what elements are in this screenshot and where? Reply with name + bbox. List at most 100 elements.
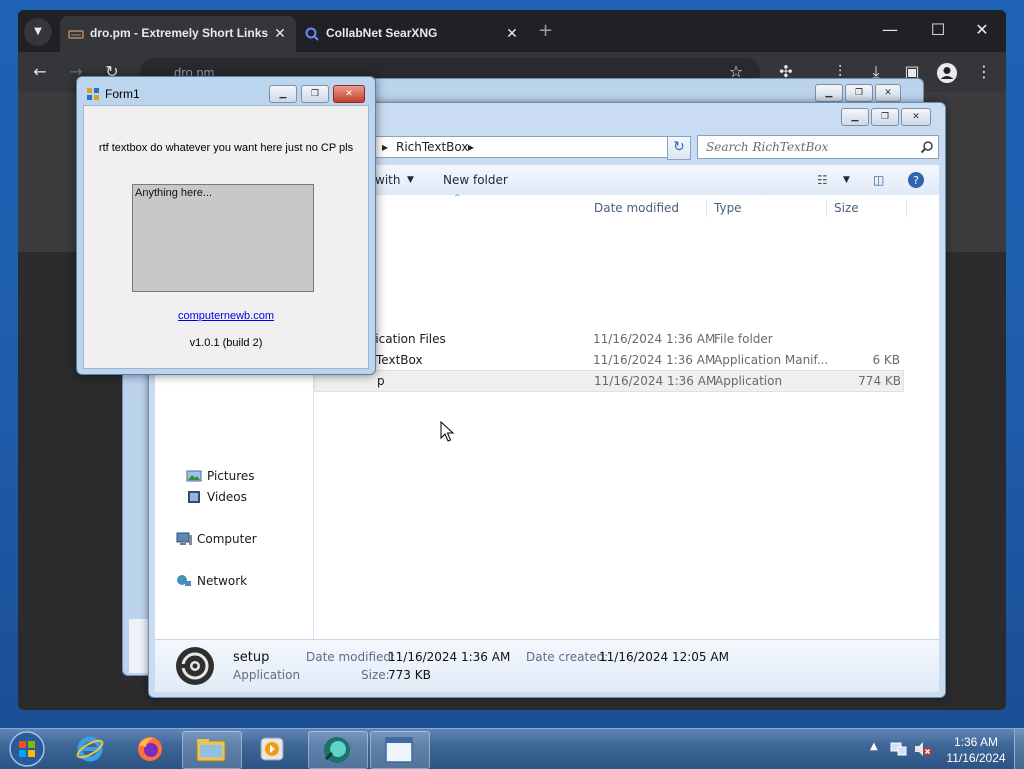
window-title: Form1 — [105, 87, 140, 101]
tab-search-dropdown[interactable]: ▼ — [24, 18, 52, 46]
taskbar-setup-app-button[interactable] — [308, 731, 368, 769]
details-date-created: 11/16/2024 12:05 AM — [599, 650, 729, 664]
new-folder-button[interactable]: New folder — [443, 173, 508, 187]
rich-text-box[interactable]: Anything here... — [132, 184, 314, 292]
version-label: v1.0.1 (build 2) — [189, 337, 263, 349]
computer-icon — [176, 532, 192, 545]
details-date-modified: 11/16/2024 1:36 AM — [388, 650, 511, 664]
file-date: 11/16/2024 1:36 AM — [593, 332, 716, 346]
form1-client-area: rtf textbox do whatever you want here ju… — [83, 105, 369, 369]
dro-pm-favicon-icon — [68, 30, 84, 39]
minimize-icon[interactable]: — — [870, 20, 910, 39]
clock-date: 11/16/2024 — [946, 751, 1006, 765]
restore-icon[interactable]: ❐ — [845, 84, 873, 102]
minimize-icon[interactable]: ▁ — [815, 84, 843, 102]
file-list: ^ Date modified Type Size lication Files… — [314, 193, 939, 639]
show-hidden-icons-icon[interactable]: ▲ — [870, 741, 878, 752]
preview-pane-icon[interactable]: ◫ — [873, 173, 884, 187]
firefox-icon — [138, 737, 162, 761]
close-icon[interactable]: ✕ — [901, 108, 931, 126]
nav-item-computer[interactable]: Computer — [197, 532, 257, 546]
view-options-icon[interactable]: ☷ — [817, 173, 828, 187]
close-icon[interactable]: ✕ — [333, 85, 365, 103]
magnifier-icon — [305, 27, 319, 41]
details-size-label: Size: — [361, 668, 390, 682]
column-header-date[interactable]: Date modified — [594, 201, 679, 215]
setup-app-icon — [324, 737, 350, 763]
clock-time: 1:36 AM — [953, 735, 999, 749]
table-row[interactable]: p 11/16/2024 1:36 AM Application 774 KB — [314, 370, 904, 392]
column-header-type[interactable]: Type — [714, 201, 742, 215]
taskbar-explorer-button[interactable] — [182, 731, 242, 769]
tab-searxng[interactable]: CollabNet SearXNG ✕ — [296, 16, 526, 52]
tab-strip: ▼ dro.pm - Extremely Short Links ✕ Colla… — [18, 10, 1006, 52]
volume-muted-icon[interactable] — [914, 741, 932, 757]
details-date-created-label: Date created: — [526, 650, 609, 664]
restore-icon[interactable]: ❐ — [301, 85, 329, 103]
menu-kebab-icon[interactable]: ⋮ — [974, 62, 994, 82]
maximize-icon[interactable]: ☐ — [918, 20, 958, 39]
refresh-icon[interactable]: ↻ — [667, 136, 691, 160]
chevron-right-icon: ▸ — [382, 140, 389, 154]
svg-text:?: ? — [913, 174, 919, 187]
column-separator[interactable] — [706, 199, 707, 217]
network-icon — [177, 575, 191, 586]
search-placeholder: Search RichTextBox — [706, 140, 829, 154]
table-row[interactable]: TextBox 11/16/2024 1:36 AM Application M… — [314, 350, 902, 370]
column-separator[interactable] — [906, 199, 907, 217]
open-with-button[interactable]: with — [375, 173, 400, 187]
chevron-down-icon[interactable]: ▼ — [843, 175, 850, 185]
column-separator[interactable] — [826, 199, 827, 217]
nav-item-network[interactable]: Network — [197, 574, 247, 588]
taskbar-form1-button[interactable] — [370, 731, 430, 769]
nav-item-pictures[interactable]: Pictures — [207, 469, 255, 483]
taskbar-firefox-button[interactable] — [122, 731, 180, 767]
tab-title: dro.pm - Extremely Short Links — [90, 26, 269, 40]
instruction-label: rtf textbox do whatever you want here ju… — [98, 142, 354, 154]
system-clock[interactable]: 1:36 AM 11/16/2024 — [940, 734, 1012, 766]
media-player-icon — [260, 737, 284, 761]
chevron-down-icon[interactable]: ▼ — [407, 175, 414, 185]
tab-title: CollabNet SearXNG — [326, 26, 438, 40]
close-icon[interactable]: ✕ — [962, 20, 1002, 39]
website-link[interactable]: computernewb.com — [84, 310, 368, 322]
tab-dro-pm[interactable]: dro.pm - Extremely Short Links ✕ — [60, 16, 296, 52]
search-icon[interactable] — [920, 140, 934, 154]
file-type: Application Manif... — [714, 353, 829, 367]
breadcrumb-current[interactable]: RichTextBox — [396, 140, 468, 154]
back-icon[interactable]: ← — [30, 62, 50, 82]
rich-text-content: Anything here... — [135, 187, 213, 199]
column-header-size[interactable]: Size — [834, 201, 859, 215]
back-window-edge — [129, 619, 149, 673]
taskbar-ie-button[interactable] — [62, 731, 120, 767]
file-name: p — [377, 374, 385, 388]
details-date-modified-label: Date modified: — [306, 650, 396, 664]
help-icon[interactable]: ? — [907, 171, 925, 189]
new-tab-button[interactable]: + — [538, 20, 553, 41]
taskbar-media-player-button[interactable] — [244, 731, 302, 767]
details-file-kind: Application — [233, 668, 301, 682]
file-size: 774 KB — [858, 374, 901, 388]
nav-item-videos[interactable]: Videos — [207, 490, 247, 504]
restore-icon[interactable]: ❐ — [871, 108, 899, 126]
details-file-name: setup — [233, 650, 270, 665]
search-input[interactable]: Search RichTextBox — [697, 135, 939, 159]
tab-close-icon[interactable]: ✕ — [504, 25, 520, 41]
minimize-icon[interactable]: ▁ — [269, 85, 297, 103]
table-row[interactable]: lication Files 11/16/2024 1:36 AM File f… — [314, 329, 902, 349]
videos-icon — [188, 491, 200, 503]
file-type: Application — [715, 374, 783, 388]
chevron-right-icon[interactable]: ▸ — [468, 140, 474, 154]
file-date: 11/16/2024 1:36 AM — [593, 353, 716, 367]
file-name: TextBox — [376, 353, 423, 367]
tab-close-icon[interactable]: ✕ — [272, 25, 288, 41]
start-button-icon[interactable] — [8, 730, 46, 768]
profile-avatar-icon[interactable] — [936, 62, 958, 84]
breadcrumb[interactable]: ▸ RichTextBox ▸ ▼ — [375, 136, 691, 158]
show-desktop-button[interactable] — [1014, 729, 1024, 769]
mouse-cursor-icon — [440, 421, 454, 442]
file-date: 11/16/2024 1:36 AM — [594, 374, 717, 388]
network-tray-icon[interactable] — [890, 741, 908, 757]
close-icon[interactable]: ✕ — [875, 84, 901, 102]
minimize-icon[interactable]: ▁ — [841, 108, 869, 126]
